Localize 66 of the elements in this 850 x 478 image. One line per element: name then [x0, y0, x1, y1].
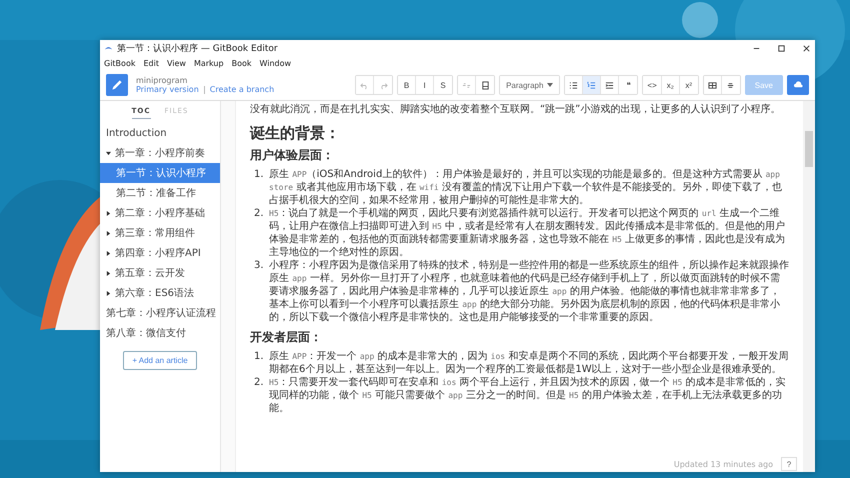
- list-item-text: H5：只需要开发一套代码即可在安卓和 ios 两个平台上运行，并且因为技术的原因，做一个 H5 的成本是非常低的，实现同样的功能，做个 H5 可能只需要做个 app 三分之一的时间。但是 H5 的用户体验太差，在手机上无法承载更多的功能。: [269, 376, 786, 415]
- subheading: 用户体验层面：: [250, 148, 335, 163]
- format-button[interactable]: <>: [643, 76, 662, 94]
- list-item-text: 小程序：小程序因为是微信采用了特殊的技术，特别是一些控件用的都是一些系统原生的组件，所以操作起来就跟操作原生 app 一样。另外你一旦打开了小程序，也就意味着他的代码是已经存储到手机上了，所以做页面跳转的时候不需要请求服务器了，因此用户体验是非常棒的，几乎可以接近原生 app 的用户体验。他能做的事情也就非常非常多了，基本上你可以看到一个小程序可以囊括原生 app 的绝大部分功能。另外因为底层机制的原因，他的代码体积是非常小的，所以下载一个微信小程序是非常快的。这也是用户能够接受的一个非常重要的原因。: [269, 259, 789, 324]
- heading: 诞生的背景：: [250, 124, 341, 142]
- caret-icon: [106, 290, 111, 296]
- list-number: 2.: [254, 207, 265, 221]
- help-button[interactable]: ?: [781, 457, 797, 471]
- numbers-button[interactable]: [583, 76, 602, 94]
- list-number: 3.: [254, 259, 265, 273]
- bullets-button[interactable]: [565, 76, 584, 94]
- menu-item[interactable]: Markup: [194, 59, 224, 68]
- caret-icon: [106, 270, 111, 276]
- redo-icon: [378, 80, 388, 90]
- numbered-list-icon: [587, 80, 596, 90]
- lines-icon: [726, 80, 736, 90]
- toc-item[interactable]: 第三章：常用组件: [100, 223, 220, 243]
- indent-icon: [605, 80, 614, 90]
- caret-icon: [106, 150, 111, 156]
- menu-item[interactable]: Edit: [143, 59, 159, 68]
- image-icon: [480, 80, 490, 90]
- link-icon: [462, 80, 472, 90]
- toc-item[interactable]: 第一节：认识小程序: [100, 163, 220, 183]
- caret-icon: [106, 250, 111, 256]
- list-item-text: 原生 APP（iOS和Android上的软件）：用户体验是最好的，并且可以实现的功能是最多的。但是这种方式需要从 app store 或者其他应用市场下载，在 wifi 没有覆盖的情况下让用户下载一个软件是不能接受的。另外，即使下载了，也占据手机很大的空间，如果不经常用，被用户删掉的可能性是非常大的。: [269, 168, 783, 207]
- toc-item[interactable]: 第七章：小程序认证流程: [100, 303, 220, 323]
- maximize-icon[interactable]: [777, 44, 786, 53]
- bullet-list-icon: [569, 80, 578, 90]
- table-icon: [708, 80, 717, 90]
- sync-button[interactable]: [787, 75, 809, 95]
- add-article-button[interactable]: + Add an article: [123, 351, 197, 370]
- menu-item[interactable]: Book: [232, 59, 252, 68]
- cloud-icon: [794, 80, 802, 90]
- list-item-text: H5：说白了就是一个手机端的网页，因此只要有浏览器插件就可以运行。开发者可以把这个网页的 url 生成一个二维码，让用户在微信上扫描即可进入到 H5 中，或者是经常有人在朋友圈转发。因此传播成本是非常低的。但是他的用户体验是非常差的，包括他的页面跳转都需要重新请求服务器，这也导致不能在 H5 上做更多的事情，因此也是没有成为主导地位的一个绝对性的原因。: [269, 207, 786, 259]
- toc-item[interactable]: 第二节：准备工作: [100, 183, 220, 203]
- version-link[interactable]: Primary version: [136, 85, 199, 94]
- list-number: 2.: [254, 376, 265, 390]
- menu-item[interactable]: GitBook: [104, 59, 136, 68]
- list-item-text: 原生 APP：开发一个 app 的成本是非常大的，因为 ios 和安卓是两个不同的系统，因此两个平台都要开发，一般开发周期都在6个月以上，甚至达到一年以上。因为一个程序的工资最低都是1W以上，这对于一些小型企业是很难承受的。: [269, 350, 789, 376]
- list-number: 1.: [254, 350, 265, 364]
- scrollbar-thumb[interactable]: [805, 131, 813, 167]
- window-title: 第一节：认识小程序 — GitBook Editor: [117, 42, 278, 55]
- branch-link[interactable]: Create a branch: [210, 85, 274, 94]
- pencil-icon: [106, 74, 128, 96]
- caret-icon: [547, 83, 554, 87]
- toc-item[interactable]: 第六章：ES6语法: [100, 283, 220, 303]
- close-icon[interactable]: [802, 44, 811, 53]
- table-button[interactable]: [704, 76, 722, 94]
- undo-icon: [360, 80, 370, 90]
- caret-icon: [106, 230, 111, 236]
- toc-item[interactable]: Introduction: [100, 123, 220, 143]
- menu-item[interactable]: View: [166, 59, 186, 68]
- subheading: 开发者层面：: [250, 330, 323, 345]
- format-button[interactable]: B: [398, 76, 416, 94]
- toc-item[interactable]: 第八章：微信支付: [100, 323, 220, 343]
- toc-item[interactable]: 第一章：小程序前奏: [100, 143, 220, 163]
- list-number: 1.: [254, 168, 265, 182]
- menu-item[interactable]: Window: [260, 59, 292, 68]
- paragraph-dropdown[interactable]: Paragraph: [500, 76, 560, 94]
- book-name: miniprogram: [136, 76, 188, 85]
- toc-item[interactable]: 第二章：小程序基础: [100, 203, 220, 223]
- toc-item[interactable]: 第五章：云开发: [100, 263, 220, 283]
- scrollbar[interactable]: [803, 101, 815, 472]
- toc-item[interactable]: 第四章：小程序API: [100, 243, 220, 263]
- paragraph: 没有就此消沉，而是在扎扎实实、脚踏实地的改变着整个互联网。“跳一跳”小游戏的出现，让更多的人认识到了小程序。: [250, 103, 782, 116]
- updated-label: Updated 13 minutes ago: [674, 460, 773, 468]
